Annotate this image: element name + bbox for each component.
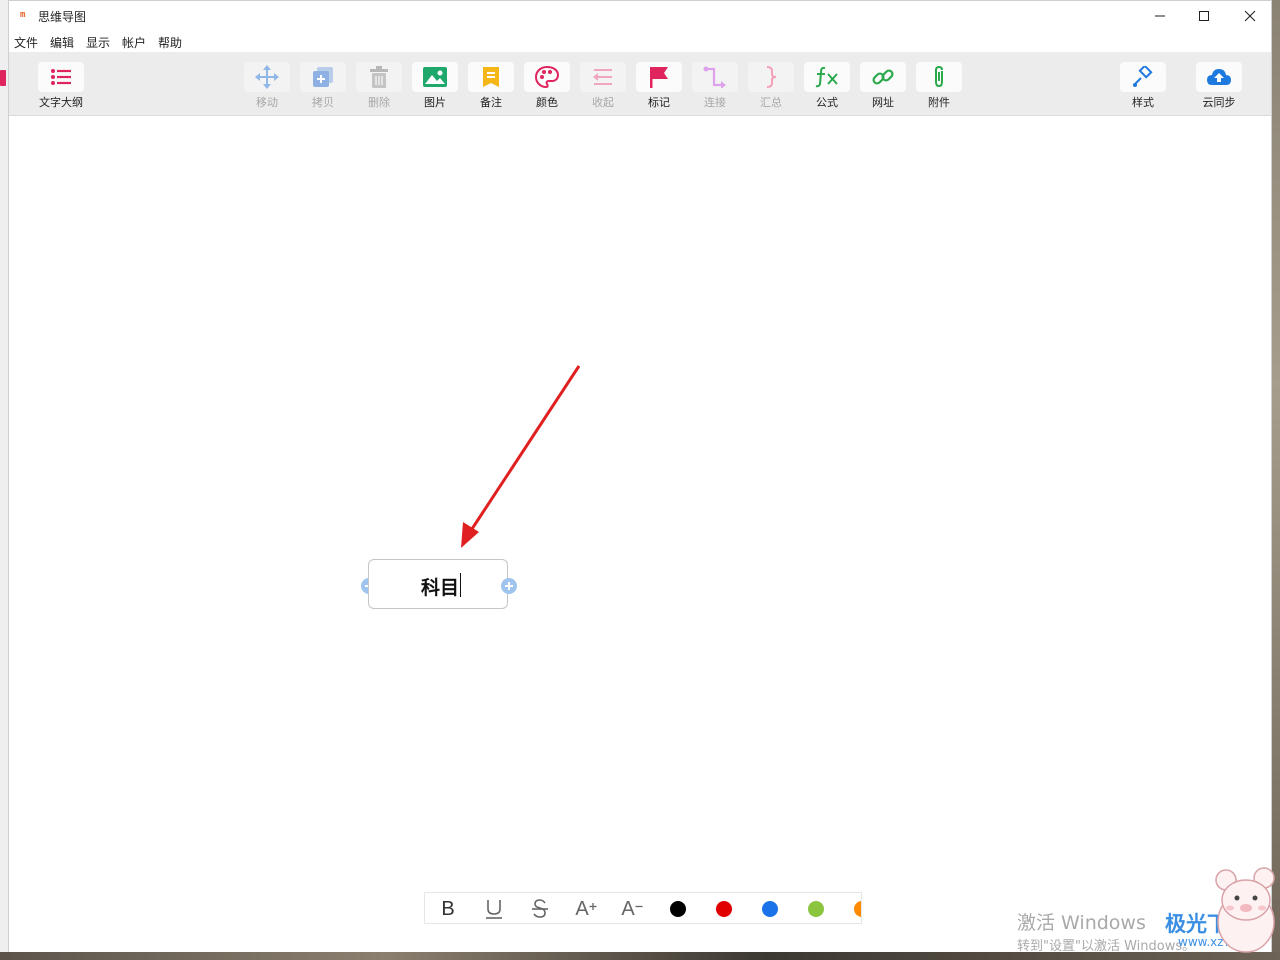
image-icon-box [412, 62, 458, 92]
menu-help[interactable]: 帮助 [158, 34, 182, 51]
underline-button[interactable] [479, 896, 509, 922]
palette-icon [535, 66, 559, 88]
maximize-button[interactable] [1181, 1, 1227, 31]
menu-account[interactable]: 帐户 [122, 34, 146, 51]
plus-icon [505, 582, 513, 590]
color-swatch-black[interactable] [670, 901, 686, 917]
menu-edit[interactable]: 编辑 [50, 34, 74, 51]
formula-fx-icon [815, 66, 838, 88]
brace-icon [766, 66, 777, 88]
font-decrease-glyph: A [621, 897, 635, 920]
link-icon [872, 69, 894, 85]
close-button[interactable] [1227, 1, 1273, 31]
cloud-icon-box [1196, 62, 1242, 92]
maximize-icon [1199, 11, 1209, 21]
bold-button[interactable]: B [433, 896, 463, 922]
copy-icon [313, 67, 333, 87]
minimize-button[interactable] [1137, 1, 1183, 31]
title-bar[interactable]: m 思维导图 [9, 1, 1271, 31]
color-swatch-green[interactable] [808, 901, 824, 917]
toolbar: 文字大纲 移动 拷贝 删除 图片 备注 颜色 收起 标记 连接 汇总 公式 网址… [9, 52, 1271, 116]
minus-superscript-icon [635, 905, 643, 908]
mind-map-canvas[interactable]: 科目 B A A [9, 116, 1271, 952]
mascot-illustration [1215, 867, 1275, 953]
add-right-node-handle[interactable] [501, 578, 517, 594]
attach-button[interactable]: 附件 [911, 60, 967, 112]
font-increase-glyph: A [575, 897, 589, 920]
topic-node[interactable]: 科目 [368, 559, 508, 609]
note-icon [483, 67, 499, 87]
menu-bar: 文件 编辑 显示 帐户 帮助 [9, 32, 1271, 52]
font-decrease-button[interactable]: A [617, 896, 647, 922]
note-icon-box [468, 62, 514, 92]
plus-superscript-icon [589, 903, 597, 910]
activation-watermark-title: 激活 Windows [1017, 912, 1146, 934]
color-icon-box [524, 62, 570, 92]
url-icon-box [860, 62, 906, 92]
annotation-arrow [461, 365, 581, 548]
style-button[interactable]: 样式 [1115, 60, 1171, 112]
image-icon [423, 67, 447, 87]
copy-icon-box [300, 62, 346, 92]
collapse-icon-box [580, 62, 626, 92]
close-icon [1244, 10, 1256, 22]
mark-icon-box [636, 62, 682, 92]
desktop-left-edge [0, 0, 8, 960]
style-label: 样式 [1132, 96, 1154, 109]
outline-icon-box [38, 62, 84, 92]
minimize-icon [1155, 15, 1165, 17]
cloud-sync-label: 云同步 [1202, 96, 1236, 109]
paperclip-icon [935, 65, 943, 88]
connect-icon-box [692, 62, 738, 92]
strikethrough-button[interactable] [525, 896, 555, 922]
color-swatch-red[interactable] [716, 901, 732, 917]
outline-button[interactable]: 文字大纲 [33, 60, 89, 112]
desktop-right-edge [1272, 0, 1280, 960]
move-icon [255, 65, 279, 89]
formula-icon-box [804, 62, 850, 92]
attach-label: 附件 [928, 96, 950, 109]
style-icon-box [1120, 62, 1166, 92]
summary-icon-box [748, 62, 794, 92]
topic-node-text[interactable]: 科目 [421, 573, 459, 600]
text-format-bar: B A A [424, 892, 862, 924]
connector-icon [703, 66, 726, 88]
font-increase-button[interactable]: A [571, 896, 601, 922]
trash-icon [370, 66, 388, 88]
underline-icon [486, 900, 502, 919]
color-swatch-blue[interactable] [762, 901, 778, 917]
list-icon [51, 69, 71, 85]
color-swatch-orange[interactable] [854, 901, 861, 917]
brush-icon [1133, 66, 1153, 87]
text-caret [460, 573, 461, 597]
collapse-icon [593, 69, 612, 85]
background-window-icon [0, 70, 6, 86]
delete-icon-box [356, 62, 402, 92]
cloud-sync-button[interactable]: 云同步 [1191, 60, 1247, 112]
flag-icon [650, 67, 668, 88]
menu-view[interactable]: 显示 [86, 34, 110, 51]
outline-label: 文字大纲 [39, 96, 83, 109]
app-logo-icon: m [20, 10, 26, 20]
app-window: m 思维导图 文件 编辑 显示 帐户 帮助 文字大纲 移动 拷贝 删除 图片 备… [8, 0, 1272, 952]
move-icon-box [244, 62, 290, 92]
cloud-upload-icon [1207, 69, 1231, 85]
attach-icon-box [916, 62, 962, 92]
window-title: 思维导图 [38, 10, 87, 24]
menu-file[interactable]: 文件 [14, 34, 38, 51]
strikethrough-icon [532, 899, 548, 918]
